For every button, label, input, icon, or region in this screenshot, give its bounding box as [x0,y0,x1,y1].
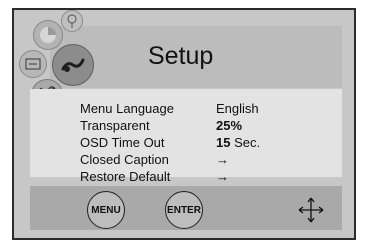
page-title: Setup [148,42,214,70]
menu-row-transparent[interactable]: Transparent 25% [80,118,310,135]
menu-row-language[interactable]: Menu Language English [80,101,310,118]
osd-timeout-label: OSD Time Out [80,135,165,150]
audio-icon[interactable] [19,50,47,78]
transparent-value: 25% [216,118,243,133]
move-arrows-icon[interactable] [296,195,326,225]
closed-caption-label: Closed Caption [80,152,169,167]
menu-row-restore-default[interactable]: Restore Default → [80,169,310,186]
menu-button[interactable]: MENU [87,191,125,229]
transparent-label: Transparent [80,118,150,133]
osd-timeout-value: 15 [216,135,231,150]
restore-default-label: Restore Default [80,169,171,184]
enter-button[interactable]: ENTER [165,191,203,229]
menu-row-osd-timeout[interactable]: OSD Time Out 15 Sec. [80,135,310,152]
menu-row-closed-caption[interactable]: Closed Caption → [80,152,310,169]
picture-icon[interactable] [61,10,83,32]
osd-timeout-unit: Sec. [234,135,261,150]
menu-language-label: Menu Language [80,101,174,116]
closed-caption-arrow: → [216,152,229,167]
restore-default-arrow: → [216,169,229,184]
menu-language-value: English [216,101,259,116]
osd-timeout-value-group: 15 Sec. [216,135,260,150]
